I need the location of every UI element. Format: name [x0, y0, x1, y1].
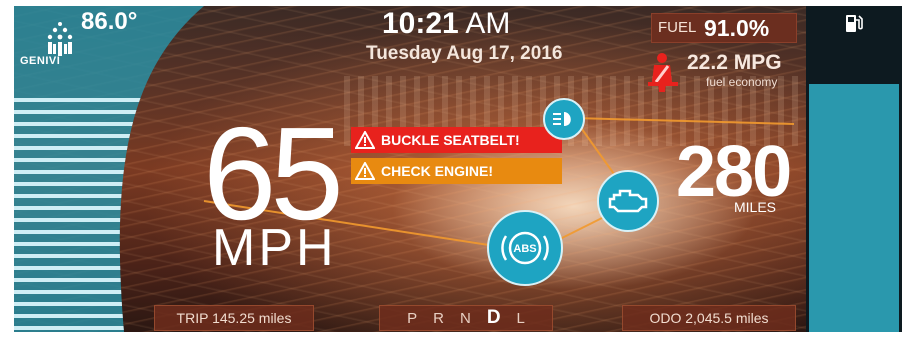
warning-engine: CHECK ENGINE! — [351, 158, 562, 184]
warning-triangle-icon — [355, 131, 375, 149]
speedometer-stripe — [14, 254, 204, 258]
trip-meter-text: TRIP 145.25 miles — [176, 310, 292, 326]
logo-text: GENIVI — [20, 55, 61, 67]
gear-l: L — [516, 309, 525, 327]
warning-engine-text: CHECK ENGINE! — [381, 163, 494, 179]
fuel-label: FUEL — [658, 19, 697, 36]
fuel-pump-icon — [846, 15, 863, 32]
speedometer-stripe — [14, 290, 204, 294]
gear-n: N — [459, 309, 471, 327]
outside-temperature: 86.0° — [81, 8, 138, 35]
warning-seatbelt: BUCKLE SEATBELT! — [351, 127, 562, 153]
clock: 10:21 AM — [382, 7, 510, 41]
range-unit: MILES — [734, 199, 777, 215]
speedometer-stripe — [14, 278, 204, 282]
seatbelt-icon — [648, 53, 678, 92]
clock-ampm: AM — [465, 7, 511, 40]
warning-seatbelt-text: BUCKLE SEATBELT! — [381, 132, 520, 148]
engine-icon — [608, 189, 648, 213]
gear-selector: P R N D L — [379, 305, 553, 331]
headlight-indicator — [543, 98, 585, 140]
date: Tuesday Aug 17, 2016 — [366, 43, 563, 64]
fuel-economy-value: 22.2 MPG — [687, 51, 782, 74]
fuel-value: 91.0% — [704, 15, 770, 41]
check-engine-indicator — [597, 170, 659, 232]
clock-time: 10:21 — [382, 7, 459, 40]
odometer-text: ODO 2,045.5 miles — [649, 310, 769, 326]
abs-icon: ABS — [501, 231, 549, 265]
headlight-icon — [553, 112, 571, 126]
fuel-economy-label: fuel economy — [706, 75, 778, 89]
gear-d-active: D — [486, 307, 501, 328]
odometer: ODO 2,045.5 miles — [622, 305, 796, 331]
speedometer-stripe — [14, 266, 204, 270]
speed-unit: MPH — [212, 219, 337, 277]
fuel-gauge-bar — [809, 84, 899, 332]
warning-triangle-icon — [355, 162, 375, 180]
gear-r: R — [433, 309, 444, 327]
trip-meter: TRIP 145.25 miles — [154, 305, 314, 331]
abs-text: ABS — [513, 243, 536, 255]
abs-indicator: ABS — [487, 210, 563, 286]
gear-p: P — [407, 309, 418, 327]
range-value: 280 — [676, 132, 792, 212]
fuel-gauge-panel — [806, 6, 902, 332]
fuel-level-box: FUEL 91.0% — [651, 13, 797, 43]
